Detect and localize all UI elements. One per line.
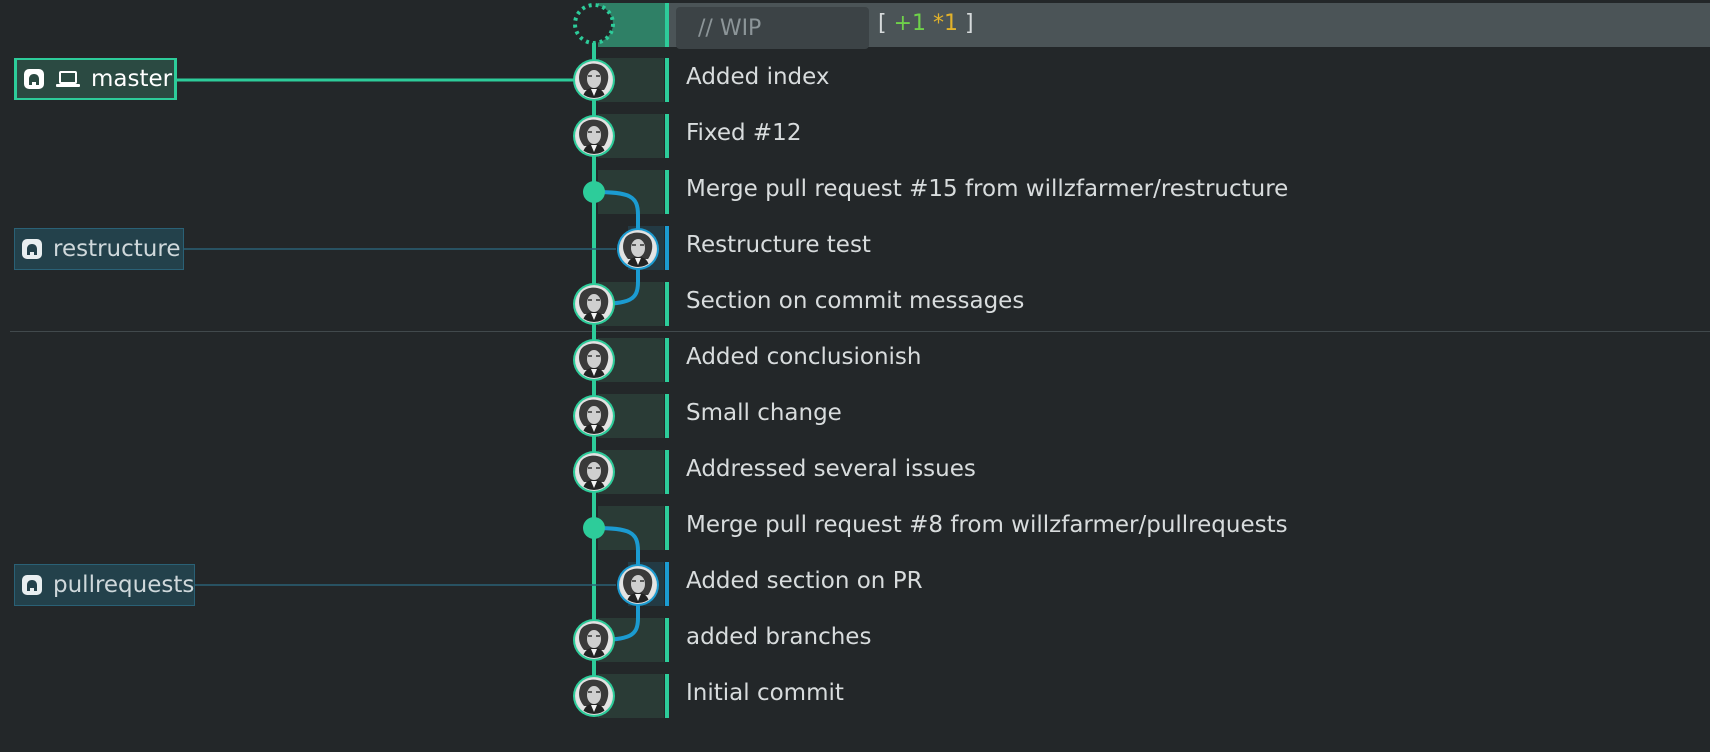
avatar[interactable]	[573, 451, 615, 493]
branch-ref-restructure[interactable]: restructure	[14, 228, 184, 270]
branch-ref-pullrequests[interactable]: pullrequests	[14, 564, 195, 606]
branch-name: restructure	[53, 236, 181, 262]
branch-name: pullrequests	[53, 572, 195, 598]
avatar[interactable]	[617, 228, 659, 270]
commit-graph	[177, 3, 659, 717]
avatar[interactable]	[573, 675, 615, 717]
avatar[interactable]	[617, 564, 659, 606]
wip-node[interactable]	[573, 3, 615, 45]
branch-name: master	[91, 66, 173, 92]
github-icon	[21, 238, 43, 260]
avatar[interactable]	[573, 115, 615, 157]
avatar[interactable]	[573, 59, 615, 101]
merge-node[interactable]	[583, 181, 605, 203]
avatar[interactable]	[573, 283, 615, 325]
avatar[interactable]	[573, 395, 615, 437]
avatar[interactable]	[573, 339, 615, 381]
laptop-icon	[55, 69, 81, 89]
branch-ref-master[interactable]: master	[14, 58, 177, 100]
github-icon	[23, 68, 45, 90]
github-icon	[21, 574, 43, 596]
avatar[interactable]	[573, 619, 615, 661]
merge-node[interactable]	[583, 517, 605, 539]
